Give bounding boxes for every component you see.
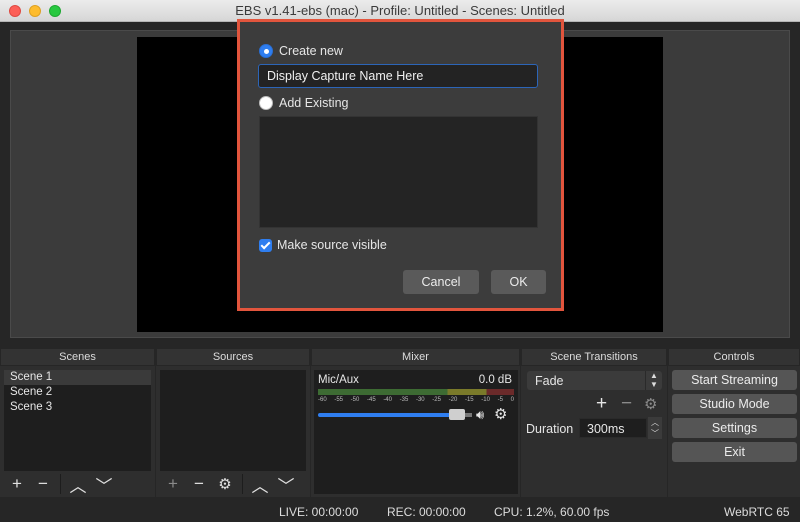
source-properties-gear-icon[interactable]: ⚙ (212, 473, 238, 495)
audio-level-meter (318, 389, 514, 395)
move-source-up-chevron-icon[interactable]: ︿ (247, 473, 273, 496)
add-scene-plus-icon[interactable]: + (4, 473, 30, 495)
start-streaming-button[interactable]: Start Streaming (672, 370, 797, 390)
sources-toolbar: + − ⚙ ︿ ﹀ (160, 471, 306, 497)
create-new-option[interactable]: Create new (259, 42, 343, 60)
meter-tick: -55 (334, 397, 343, 403)
duration-increment-chevron-up-icon[interactable]: ︿ (648, 417, 662, 428)
rec-timer: REC: 00:00:00 (387, 505, 466, 519)
add-existing-option[interactable]: Add Existing (259, 94, 348, 112)
meter-tick-labels: -60 -55 -50 -45 -40 -35 -30 -25 -20 -15 … (318, 397, 514, 403)
transitions-dock-title: Scene Transitions (521, 349, 667, 365)
mixer-channel-db: 0.0 dB (478, 374, 512, 386)
cancel-button[interactable]: Cancel (403, 270, 479, 294)
remove-transition-minus-icon[interactable]: − (621, 393, 632, 415)
meter-tick: -5 (497, 397, 503, 403)
add-source-dialog: Create new Add Existing Make source visi… (237, 19, 564, 311)
meter-tick: -25 (432, 397, 441, 403)
meter-tick: -60 (318, 397, 327, 403)
live-timer: LIVE: 00:00:00 (279, 505, 359, 519)
create-new-label: Create new (279, 44, 343, 58)
remove-source-minus-icon[interactable]: − (186, 473, 212, 495)
scene-item[interactable]: Scene 1 (4, 370, 151, 385)
make-visible-option[interactable]: Make source visible (259, 236, 387, 254)
meter-tick: -35 (399, 397, 409, 403)
create-new-radio[interactable] (259, 44, 273, 58)
sources-dock-title: Sources (156, 349, 310, 365)
existing-sources-list[interactable] (259, 116, 538, 228)
transition-select-value: Fade (535, 374, 564, 388)
meter-tick: -40 (383, 397, 392, 403)
controls-dock-title: Controls (668, 349, 800, 365)
transition-properties-gear-icon[interactable]: ⚙ (644, 395, 657, 413)
scene-item[interactable]: Scene 2 (4, 385, 151, 400)
add-existing-label: Add Existing (279, 96, 349, 110)
add-transition-plus-icon[interactable]: + (596, 393, 607, 415)
make-visible-checkbox[interactable] (259, 238, 272, 252)
meter-tick: 0 (510, 397, 514, 403)
meter-tick: -50 (350, 397, 360, 403)
duration-value: 300ms (587, 422, 625, 436)
toolbar-divider (60, 474, 61, 494)
move-source-down-chevron-icon[interactable]: ﹀ (273, 473, 299, 496)
studio-mode-button[interactable]: Studio Mode (672, 394, 797, 414)
duration-label: Duration (526, 422, 574, 436)
scene-item[interactable]: Scene 3 (4, 400, 151, 415)
mixer-dock-title: Mixer (311, 349, 520, 365)
status-bar: LIVE: 00:00:00 REC: 00:00:00 CPU: 1.2%, … (0, 502, 800, 522)
volume-slider-track[interactable] (318, 413, 457, 417)
scenes-toolbar: + − ︿ ﹀ (4, 471, 151, 497)
mixer-channel: Mic/Aux 0.0 dB -60 -55 -50 -45 -40 -35 -… (314, 370, 518, 494)
webrtc-status: WebRTC 65 (724, 505, 790, 519)
transition-select[interactable]: Fade ▲ ▼ (527, 371, 662, 390)
duration-input[interactable]: 300ms (579, 418, 647, 438)
ok-button[interactable]: OK (491, 270, 546, 294)
toolbar-divider (242, 474, 243, 494)
mixer-channel-name: Mic/Aux (318, 374, 359, 386)
scenes-dock-title: Scenes (0, 349, 155, 365)
scenes-list[interactable]: Scene 1 Scene 2 Scene 3 (4, 370, 151, 472)
make-visible-label: Make source visible (277, 238, 387, 252)
mixer-settings-gear-icon[interactable]: ⚙ (494, 405, 507, 423)
meter-tick: -15 (464, 397, 474, 403)
meter-tick: -20 (448, 397, 458, 403)
select-chevron-icon: ▲ ▼ (645, 371, 662, 390)
remove-scene-minus-icon[interactable]: − (30, 473, 56, 495)
source-name-input[interactable] (258, 64, 538, 88)
cpu-fps-readout: CPU: 1.2%, 60.00 fps (494, 505, 610, 519)
exit-button[interactable]: Exit (672, 442, 797, 462)
add-existing-radio[interactable] (259, 96, 273, 110)
meter-tick: -30 (415, 397, 425, 403)
meter-tick: -10 (481, 397, 490, 403)
volume-slider-thumb[interactable] (449, 409, 465, 420)
meter-tick: -45 (366, 397, 376, 403)
settings-button[interactable]: Settings (672, 418, 797, 438)
add-source-plus-icon[interactable]: + (160, 473, 186, 495)
move-scene-down-chevron-icon[interactable]: ﹀ (91, 473, 117, 496)
move-scene-up-chevron-icon[interactable]: ︿ (65, 473, 91, 496)
duration-decrement-chevron-down-icon[interactable]: ﹀ (648, 428, 662, 439)
speaker-mute-icon[interactable]: 🔊︎ (476, 407, 484, 423)
sources-list[interactable] (160, 370, 306, 472)
